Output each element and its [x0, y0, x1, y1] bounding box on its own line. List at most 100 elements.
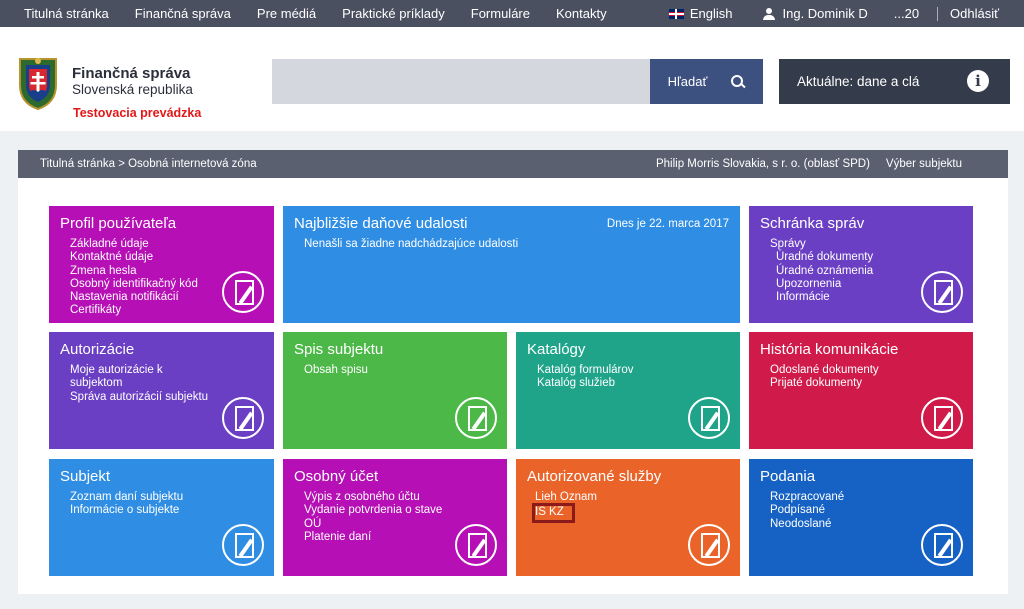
site-header: Finančná správa Slovenská republika Test…: [0, 27, 1024, 131]
link-official-notices[interactable]: Úradné oznámenia: [776, 265, 873, 278]
session-timer: ...20: [893, 6, 920, 21]
tile-title: Najbližšie daňové udalosti: [294, 215, 468, 232]
top-navigation-bar: Titulná stránka Finančná správa Pre médi…: [0, 0, 1024, 27]
document-icon: [921, 397, 963, 439]
tile-title: Osobný účet: [294, 468, 379, 485]
tile-links: Rozpracované Podpísané Neodoslané: [770, 491, 844, 531]
document-icon: [222, 271, 264, 313]
link-account-statement[interactable]: Výpis z osobného účtu: [304, 491, 442, 504]
link-my-authorizations[interactable]: Moje autorizácie k: [70, 364, 208, 377]
select-subject-link[interactable]: Výber subjektu: [886, 158, 962, 170]
top-right-controls: English Ing. Dominik D ...20 Odhlásiť: [668, 0, 1024, 27]
tile-links: Nenašli sa žiadne nadchádzajúce udalosti: [304, 238, 518, 251]
tile-links: Katalóg formulárov Katalóg služieb: [537, 364, 634, 391]
tile-inbox[interactable]: Schránka správ Správy Úradné dokumenty Ú…: [749, 206, 973, 323]
tile-title: Autorizácie: [60, 341, 135, 358]
brand-title: Finančná správa: [72, 65, 191, 82]
tile-title: Schránka správ: [760, 215, 865, 232]
breadcrumb-current: Osobná internetová zóna: [128, 158, 257, 170]
tile-authorized-services[interactable]: Autorizované služby Lieh Oznam IS KZ: [516, 459, 740, 576]
link-file-content[interactable]: Obsah spisu: [304, 364, 368, 377]
language-switch[interactable]: English: [690, 6, 733, 21]
link-subject-taxes[interactable]: Zoznam daní subjektu: [70, 491, 183, 504]
tile-title: Subjekt: [60, 468, 111, 485]
link-drafts[interactable]: Rozpracované: [770, 491, 844, 504]
link-received-documents[interactable]: Prijaté dokumenty: [770, 377, 879, 390]
link-warnings[interactable]: Upozornenia: [776, 278, 873, 291]
tile-personal-account[interactable]: Osobný účet Výpis z osobného účtu Vydani…: [283, 459, 507, 576]
document-icon: [688, 397, 730, 439]
document-icon: [455, 524, 497, 566]
current-subject: Philip Morris Slovakia, s r. o. (oblasť …: [655, 158, 870, 170]
breadcrumb: Titulná stránka > Osobná internetová zón…: [18, 150, 1008, 178]
link-contact-info[interactable]: Kontaktné údaje: [70, 251, 198, 264]
user-name[interactable]: Ing. Dominik D: [783, 6, 868, 21]
tile-subject[interactable]: Subjekt Zoznam daní subjektu Informácie …: [49, 459, 274, 576]
tile-communication-history[interactable]: História komunikácie Odoslané dokumenty …: [749, 332, 973, 449]
tile-links: Lieh Oznam IS KZ: [532, 491, 597, 523]
nav-item-contacts[interactable]: Kontakty: [556, 6, 607, 21]
nav-item-financna-sprava[interactable]: Finančná správa: [135, 6, 231, 21]
tile-submissions[interactable]: Podania Rozpracované Podpísané Neodoslan…: [749, 459, 973, 576]
tile-tax-events[interactable]: Najbližšie daňové udalosti Dnes je 22. m…: [283, 206, 740, 323]
search-button[interactable]: Hľadať: [650, 59, 763, 104]
link-sent-documents[interactable]: Odoslané dokumenty: [770, 364, 879, 377]
link-information[interactable]: Informácie: [776, 291, 873, 304]
link-official-documents[interactable]: Úradné dokumenty: [776, 251, 873, 264]
tile-subject-file[interactable]: Spis subjektu Obsah spisu: [283, 332, 507, 449]
tile-catalogs[interactable]: Katalógy Katalóg formulárov Katalóg služ…: [516, 332, 740, 449]
link-lieh-oznam[interactable]: Lieh Oznam: [535, 491, 597, 504]
nav-item-home[interactable]: Titulná stránka: [24, 6, 109, 21]
tile-links: Základné údaje Kontaktné údaje Zmena hes…: [70, 238, 198, 318]
nav-item-examples[interactable]: Praktické príklady: [342, 6, 445, 21]
link-tax-payment[interactable]: Platenie daní: [304, 531, 442, 544]
tile-links: Výpis z osobného účtu Vydanie potvrdenia…: [304, 491, 442, 544]
tile-links: Správy Úradné dokumenty Úradné oznámenia…: [770, 238, 873, 304]
link-is-kz[interactable]: IS KZ: [532, 503, 575, 523]
search-button-label: Hľadať: [667, 74, 708, 89]
tile-title: Katalógy: [527, 341, 586, 358]
news-button[interactable]: Aktuálne: dane a clá i: [779, 59, 1010, 104]
breadcrumb-separator: >: [115, 158, 129, 170]
tile-title: Autorizované služby: [527, 468, 662, 485]
link-unsent[interactable]: Neodoslané: [770, 518, 844, 531]
link-certificates[interactable]: Certifikáty: [70, 304, 198, 317]
document-icon: [688, 524, 730, 566]
brand-subtitle: Slovenská republika: [72, 82, 193, 97]
link-services-catalog[interactable]: Katalóg služieb: [537, 377, 634, 390]
document-icon: [455, 397, 497, 439]
tile-authorizations[interactable]: Autorizácie Moje autorizácie k subjektom…: [49, 332, 274, 449]
tile-links: Moje autorizácie k subjektom Správa auto…: [70, 364, 208, 404]
link-basic-info[interactable]: Základné údaje: [70, 238, 198, 251]
link-subject-info[interactable]: Informácie o subjekte: [70, 504, 183, 517]
link-my-authorizations-cont[interactable]: subjektom: [70, 377, 208, 390]
info-icon: i: [967, 70, 989, 92]
link-subject-authorizations[interactable]: Správa autorizácií subjektu: [70, 391, 208, 404]
link-balance-confirmation-cont[interactable]: OÚ: [304, 518, 442, 531]
document-icon: [921, 271, 963, 313]
tile-title: Profil používateľa: [60, 215, 177, 232]
tile-links: Zoznam daní subjektu Informácie o subjek…: [70, 491, 183, 518]
nav-item-media[interactable]: Pre médiá: [257, 6, 316, 21]
link-messages[interactable]: Správy: [770, 238, 873, 251]
separator: [937, 6, 939, 21]
tile-title: História komunikácie: [760, 341, 899, 358]
today-date: Dnes je 22. marca 2017: [606, 218, 729, 230]
tile-profil[interactable]: Profil používateľa Základné údaje Kontak…: [49, 206, 274, 323]
link-personal-code[interactable]: Osobný identifikačný kód: [70, 278, 198, 291]
link-notifications[interactable]: Nastavenia notifikácií: [70, 291, 198, 304]
uk-flag-icon[interactable]: [668, 8, 684, 19]
user-icon: [762, 7, 775, 20]
breadcrumb-home[interactable]: Titulná stránka: [40, 158, 115, 170]
link-forms-catalog[interactable]: Katalóg formulárov: [537, 364, 634, 377]
nav-item-forms[interactable]: Formuláre: [471, 6, 530, 21]
link-balance-confirmation[interactable]: Vydanie potvrdenia o stave: [304, 504, 442, 517]
news-button-label: Aktuálne: dane a clá: [797, 74, 920, 89]
link-signed[interactable]: Podpísané: [770, 504, 844, 517]
logout-link[interactable]: Odhlásiť: [950, 6, 999, 21]
tile-title: Spis subjektu: [294, 341, 384, 358]
link-change-password[interactable]: Zmena hesla: [70, 265, 198, 278]
coat-of-arms-logo[interactable]: [14, 55, 62, 111]
document-icon: [222, 397, 264, 439]
search-input[interactable]: [272, 59, 650, 104]
